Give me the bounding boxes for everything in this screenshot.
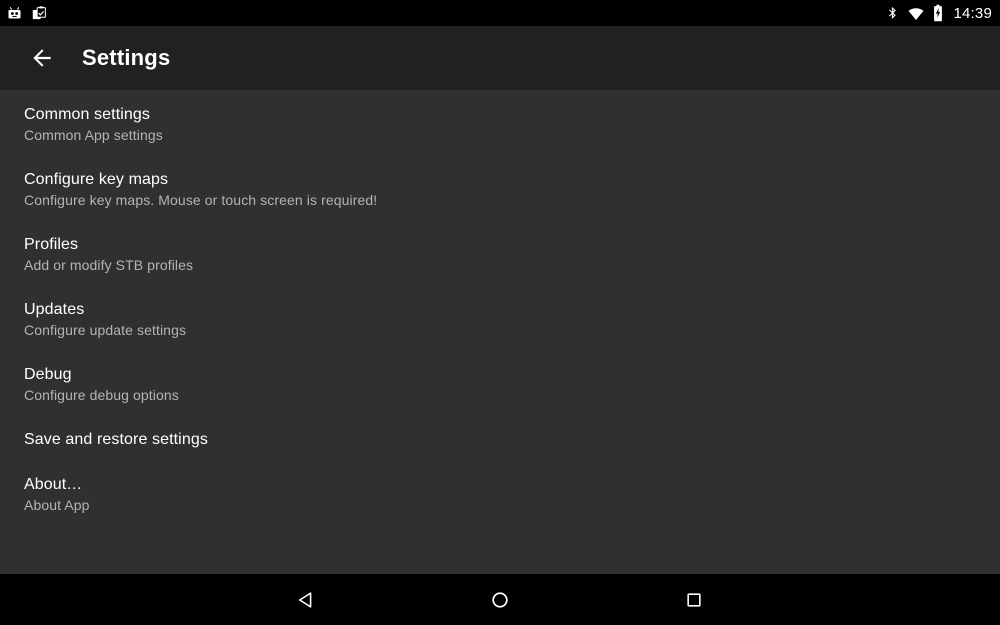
clipboard-check-icon <box>31 5 48 22</box>
status-bar-clock: 14:39 <box>953 4 992 22</box>
settings-item-summary: Add or modify STB profiles <box>24 257 194 273</box>
settings-list: Common settings Common App settings Conf… <box>0 90 1000 574</box>
settings-screen: 14:39 Settings Common settings Common Ap… <box>0 0 1000 625</box>
settings-item-summary: Configure update settings <box>24 322 187 338</box>
settings-item-configure-key-maps[interactable]: Configure key maps Configure key maps. M… <box>0 165 1000 215</box>
settings-item-title: Save and restore settings <box>24 431 208 448</box>
settings-item-save-and-restore-settings[interactable]: Save and restore settings <box>0 425 1000 455</box>
settings-item-summary: Common App settings <box>24 127 163 143</box>
settings-item-common-settings[interactable]: Common settings Common App settings <box>0 100 1000 150</box>
settings-item-about[interactable]: About… About App <box>0 470 1000 520</box>
settings-item-debug[interactable]: Debug Configure debug options <box>0 360 1000 410</box>
settings-item-title: About… <box>24 476 83 493</box>
settings-item-title: Profiles <box>24 236 79 253</box>
wifi-icon <box>907 5 925 22</box>
status-bar: 14:39 <box>0 0 1000 26</box>
nav-home-icon[interactable] <box>472 578 528 622</box>
battery-charging-icon <box>932 4 944 22</box>
nav-back-icon[interactable] <box>278 578 334 622</box>
nav-recents-icon[interactable] <box>666 578 722 622</box>
status-bar-notifications <box>6 5 48 22</box>
settings-item-summary: About App <box>24 497 90 513</box>
back-arrow-icon[interactable] <box>22 38 62 78</box>
settings-item-title: Configure key maps <box>24 171 169 188</box>
robot-face-icon <box>6 5 23 22</box>
settings-item-summary: Configure key maps. Mouse or touch scree… <box>24 192 378 208</box>
settings-item-profiles[interactable]: Profiles Add or modify STB profiles <box>0 230 1000 280</box>
settings-item-updates[interactable]: Updates Configure update settings <box>0 295 1000 345</box>
settings-item-title: Updates <box>24 301 85 318</box>
settings-item-title: Common settings <box>24 106 150 123</box>
settings-item-summary: Configure debug options <box>24 387 179 403</box>
status-bar-system: 14:39 <box>885 4 992 22</box>
page-title: Settings <box>82 45 171 70</box>
settings-item-title: Debug <box>24 366 72 383</box>
system-navigation-bar <box>0 574 1000 625</box>
bluetooth-icon <box>885 5 900 22</box>
app-toolbar: Settings <box>0 26 1000 90</box>
